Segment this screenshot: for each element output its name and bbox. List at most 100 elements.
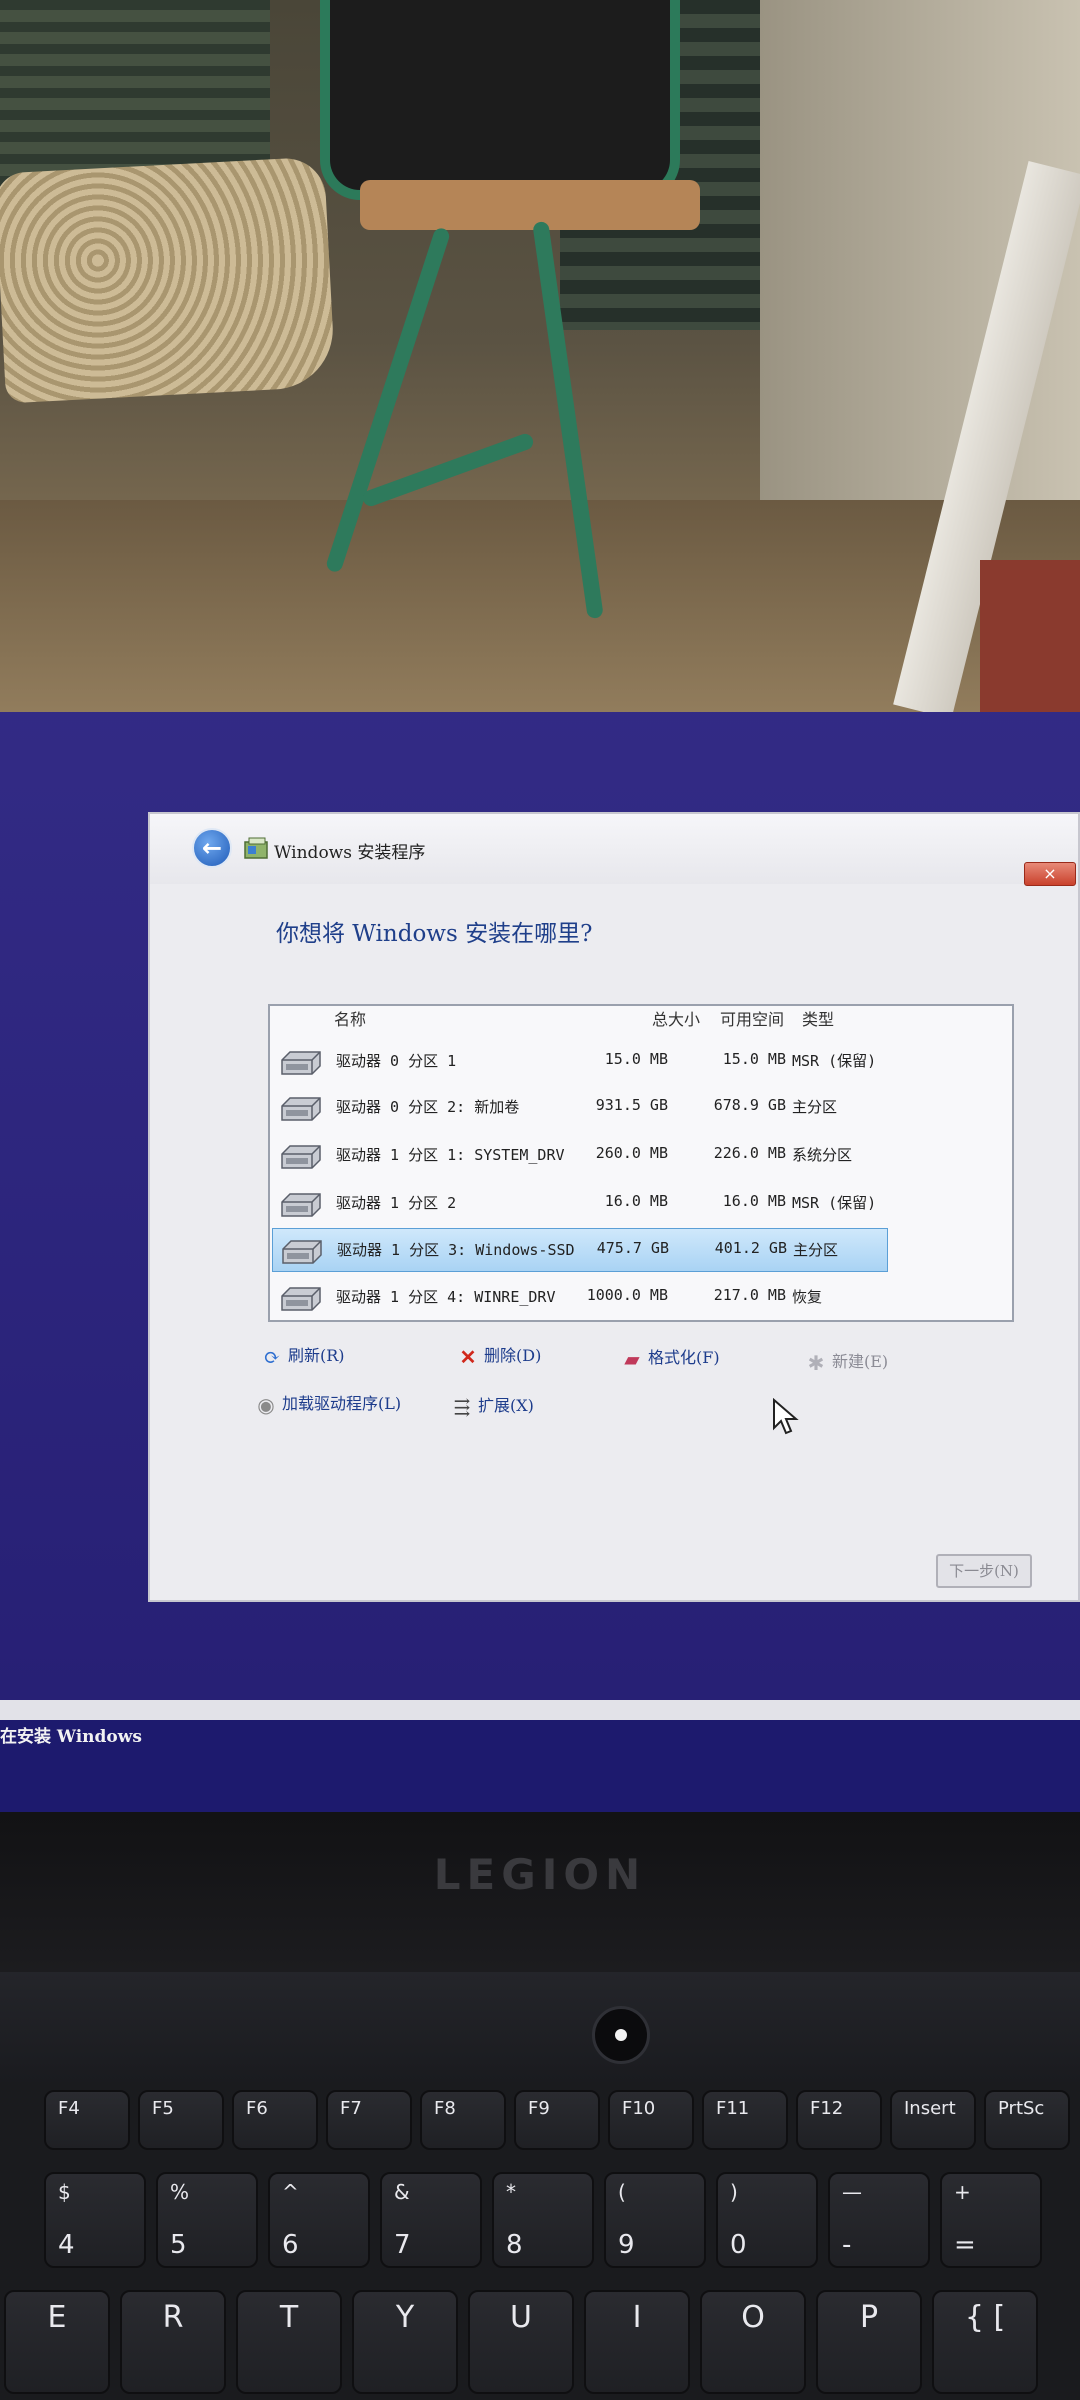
key-shift-label: $: [58, 2180, 71, 2204]
function-key[interactable]: Insert: [890, 2090, 976, 2150]
refresh-link[interactable]: ⟳ 刷新(R): [260, 1342, 345, 1368]
number-key[interactable]: + =: [940, 2172, 1042, 2268]
letter-key[interactable]: R: [120, 2290, 226, 2394]
number-key[interactable]: $ 4: [44, 2172, 146, 2268]
key-label: T: [279, 2300, 299, 2335]
function-key[interactable]: F5: [138, 2090, 224, 2150]
format-link[interactable]: ▰ 格式化(F): [620, 1344, 719, 1371]
key-label: F5: [152, 2098, 174, 2119]
function-key[interactable]: F9: [514, 2090, 600, 2150]
hard-drive-icon: [281, 1145, 321, 1169]
brand-logo: LEGION: [433, 1850, 647, 1899]
key-shift-label: (: [618, 2180, 626, 2204]
delete-label: 删除(D): [484, 1346, 542, 1365]
partition-row[interactable]: 驱动器 1 分区 1: SYSTEM_DRV 260.0 MB 226.0 MB…: [272, 1134, 888, 1178]
eraser-icon: ▰: [624, 1346, 640, 1371]
load-driver-link[interactable]: ◉ 加载驱动程序(L): [254, 1390, 401, 1416]
partition-name: 驱动器 1 分区 3: Windows-SSD: [337, 1241, 575, 1259]
key-label: -: [842, 2230, 852, 2260]
extend-link[interactable]: ⇶ 扩展(X): [450, 1392, 534, 1418]
partition-table: 名称 总大小 可用空间 类型 驱动器 0 分区 1 15.0 MB 15.0 M…: [268, 1004, 1014, 1322]
chair-leg: [360, 431, 536, 509]
status-text: 在安装 Windows: [0, 1727, 142, 1747]
partition-total-size: 260.0 MB: [595, 1144, 668, 1162]
key-label: F6: [246, 2098, 268, 2119]
sparkle-icon: ✱: [807, 1350, 825, 1375]
partition-row[interactable]: 驱动器 0 分区 2: 新加卷 931.5 GB 678.9 GB 主分区: [272, 1086, 888, 1130]
function-key[interactable]: F12: [796, 2090, 882, 2150]
key-shift-label: %: [170, 2180, 190, 2204]
column-header-type: 类型: [802, 1010, 835, 1029]
partition-row[interactable]: 驱动器 1 分区 3: Windows-SSD 475.7 GB 401.2 G…: [272, 1228, 888, 1272]
key-label: E: [47, 2300, 67, 2335]
letter-key[interactable]: Y: [352, 2290, 458, 2394]
key-label: F9: [528, 2098, 550, 2119]
partition-free-space: 678.9 GB: [713, 1096, 786, 1114]
key-shift-label: &: [394, 2180, 410, 2204]
number-key[interactable]: ( 9: [604, 2172, 706, 2268]
letter-key[interactable]: T: [236, 2290, 342, 2394]
key-label: P: [859, 2300, 879, 2335]
key-label: F7: [340, 2098, 362, 2119]
disc-icon: ◉: [257, 1392, 275, 1417]
key-label: 0: [730, 2230, 747, 2260]
partition-row[interactable]: 驱动器 1 分区 4: WINRE_DRV 1000.0 MB 217.0 MB…: [272, 1276, 888, 1320]
close-button[interactable]: ×: [1024, 862, 1076, 886]
function-key[interactable]: PrtSc: [984, 2090, 1070, 2150]
letter-key[interactable]: I: [584, 2290, 690, 2394]
extend-icon: ⇶: [453, 1394, 471, 1419]
hard-drive-icon: [281, 1097, 321, 1121]
partition-total-size: 1000.0 MB: [586, 1286, 668, 1304]
laptop-hinge: [0, 1972, 1080, 2082]
setup-app-icon: [244, 837, 268, 859]
letter-key[interactable]: E: [4, 2290, 110, 2394]
letter-key[interactable]: { [: [932, 2290, 1038, 2394]
hard-drive-icon: [281, 1287, 321, 1311]
hard-drive-icon: [281, 1051, 321, 1075]
install-location-question: 你想将 Windows 安装在哪里?: [276, 921, 593, 947]
partition-total-size: 475.7 GB: [596, 1239, 669, 1257]
number-key[interactable]: ) 0: [716, 2172, 818, 2268]
letter-key[interactable]: P: [816, 2290, 922, 2394]
function-key[interactable]: F7: [326, 2090, 412, 2150]
partition-free-space: 401.2 GB: [714, 1239, 787, 1257]
next-button[interactable]: 下一步(N): [936, 1554, 1032, 1588]
key-label: 9: [618, 2230, 635, 2260]
key-label: =: [954, 2230, 976, 2260]
function-key[interactable]: F4: [44, 2090, 130, 2150]
key-shift-label: —: [842, 2180, 862, 2204]
chair-cushion: [0, 156, 336, 404]
partition-row[interactable]: 驱动器 0 分区 1 15.0 MB 15.0 MB MSR (保留): [272, 1040, 888, 1084]
key-label: F11: [716, 2098, 750, 2119]
number-key[interactable]: ^ 6: [268, 2172, 370, 2268]
new-label: 新建(E): [832, 1352, 889, 1371]
key-label: 7: [394, 2230, 411, 2260]
key-label: F4: [58, 2098, 80, 2119]
number-key[interactable]: & 7: [380, 2172, 482, 2268]
function-key[interactable]: F8: [420, 2090, 506, 2150]
partition-row[interactable]: 驱动器 1 分区 2 16.0 MB 16.0 MB MSR (保留): [272, 1182, 888, 1226]
mouse-cursor-icon: [773, 1398, 799, 1435]
function-key[interactable]: F11: [702, 2090, 788, 2150]
number-key[interactable]: * 8: [492, 2172, 594, 2268]
hard-drive-icon: [281, 1193, 321, 1217]
function-key[interactable]: F10: [608, 2090, 694, 2150]
key-label: 8: [506, 2230, 523, 2260]
extend-label: 扩展(X): [478, 1396, 534, 1415]
letter-key[interactable]: U: [468, 2290, 574, 2394]
letter-key[interactable]: O: [700, 2290, 806, 2394]
partition-type: 主分区: [792, 1098, 838, 1116]
partition-total-size: 15.0 MB: [604, 1050, 668, 1068]
partition-name: 驱动器 1 分区 4: WINRE_DRV: [336, 1288, 556, 1306]
new-link[interactable]: ✱ 新建(E): [804, 1348, 889, 1375]
key-shift-label: *: [506, 2180, 516, 2204]
back-arrow-button[interactable]: ←: [192, 828, 232, 868]
delete-link[interactable]: ✕ 删除(D): [456, 1342, 542, 1368]
number-key[interactable]: % 5: [156, 2172, 258, 2268]
progress-strip: [0, 1700, 1080, 1720]
partition-name: 驱动器 1 分区 2: [336, 1194, 457, 1212]
function-key[interactable]: F6: [232, 2090, 318, 2150]
number-key[interactable]: — -: [828, 2172, 930, 2268]
key-label: 5: [170, 2230, 187, 2260]
key-label: 4: [58, 2230, 75, 2260]
